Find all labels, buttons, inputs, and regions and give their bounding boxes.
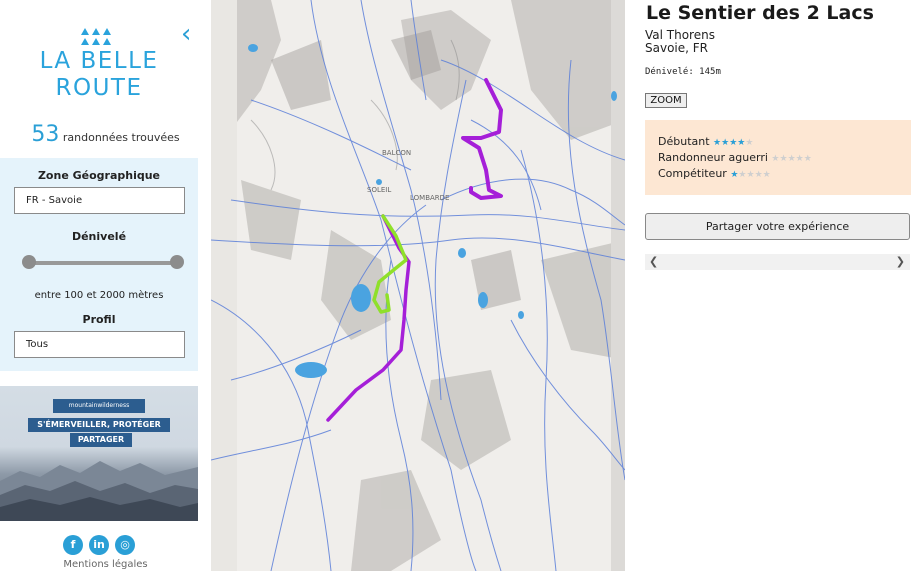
results-count-label: randonnées trouvées bbox=[62, 131, 180, 144]
zone-label: Zone Géographique bbox=[37, 169, 161, 182]
star-empty-icon: ★ bbox=[779, 154, 788, 164]
elevation-range-text: entre 100 et 2000 mètres bbox=[34, 290, 164, 301]
level-label-beginner: Débutant bbox=[658, 135, 710, 148]
logo-line1: LA BELLE bbox=[39, 48, 159, 74]
zone-select[interactable]: FR - Savoie bbox=[14, 187, 185, 214]
star-empty-icon: ★ bbox=[787, 154, 796, 164]
trail-title: Le Sentier des 2 Lacs bbox=[646, 2, 874, 24]
legal-link[interactable]: Mentions légales bbox=[0, 559, 211, 570]
scroll-left-icon[interactable]: ❮ bbox=[649, 255, 658, 268]
elevation-slider-min-handle[interactable] bbox=[22, 255, 36, 269]
results-count: 53 randonnées trouvées bbox=[0, 122, 211, 147]
banner-brand: mountainwilderness bbox=[53, 399, 145, 413]
elevation-slider-track[interactable] bbox=[28, 261, 177, 265]
elevation-slider-max-handle[interactable] bbox=[170, 255, 184, 269]
star-filled-icon: ★ bbox=[721, 138, 730, 148]
map-label-lombarde: LOMBARDE bbox=[410, 194, 449, 202]
banner-line1: S'ÉMERVEILLER, PROTÉGER bbox=[28, 418, 170, 432]
elevation-label: Dénivelé bbox=[71, 230, 127, 243]
trail-location-region: Savoie, FR bbox=[645, 41, 708, 55]
level-stars-competitor: ★★★★★ bbox=[730, 170, 770, 180]
profile-select[interactable]: Tous bbox=[14, 331, 185, 358]
trail-elevation: Dénivelé: 145m bbox=[645, 67, 721, 77]
level-label-competitor: Compétiteur bbox=[658, 167, 727, 180]
logo[interactable]: LA BELLE ROUTE bbox=[34, 26, 164, 102]
level-stars-experienced: ★★★★★ bbox=[771, 154, 811, 164]
facebook-icon[interactable]: f bbox=[63, 535, 83, 555]
share-experience-button[interactable]: Partager votre expérience bbox=[645, 213, 910, 240]
social-links: f in ◎ bbox=[63, 535, 135, 555]
instagram-icon[interactable]: ◎ bbox=[115, 535, 135, 555]
map-canvas[interactable]: BALCON SOLEIL LOMBARDE bbox=[211, 0, 625, 571]
level-stars-beginner: ★★★★★ bbox=[713, 138, 753, 148]
scroll-right-icon[interactable]: ❯ bbox=[896, 255, 905, 268]
filters-panel: Zone Géographique FR - Savoie Dénivelé e… bbox=[0, 158, 198, 371]
results-count-number: 53 bbox=[31, 122, 60, 147]
profile-label: Profil bbox=[82, 313, 116, 326]
star-empty-icon: ★ bbox=[762, 170, 771, 180]
logo-line2: ROUTE bbox=[55, 75, 143, 101]
star-filled-icon: ★ bbox=[713, 138, 722, 148]
zoom-button[interactable]: ZOOM bbox=[645, 93, 687, 108]
map-label-soleil: SOLEIL bbox=[367, 186, 391, 194]
logo-peaks-icon bbox=[34, 26, 164, 48]
difficulty-levels: Débutant ★★★★★ Randonneur aguerri ★★★★★ … bbox=[645, 120, 911, 195]
star-empty-icon: ★ bbox=[754, 170, 763, 180]
trail-location-resort: Val Thorens bbox=[645, 28, 715, 42]
horizontal-scrollbar[interactable]: ❮ ❯ bbox=[645, 254, 910, 270]
mountains-image bbox=[0, 461, 198, 521]
app: ‹ LA BELLE ROUTE 53 randonnées trouvées … bbox=[0, 0, 911, 571]
star-empty-icon: ★ bbox=[795, 154, 804, 164]
level-row-experienced: Randonneur aguerri ★★★★★ bbox=[658, 151, 812, 164]
star-empty-icon: ★ bbox=[746, 170, 755, 180]
level-row-beginner: Débutant ★★★★★ bbox=[658, 135, 753, 148]
back-chevron-icon[interactable]: ‹ bbox=[181, 21, 201, 47]
linkedin-icon[interactable]: in bbox=[89, 535, 109, 555]
trail-detail-panel: Le Sentier des 2 Lacs Val Thorens Savoie… bbox=[625, 0, 911, 571]
star-empty-icon: ★ bbox=[745, 138, 754, 148]
star-empty-icon: ★ bbox=[803, 154, 812, 164]
level-row-competitor: Compétiteur ★★★★★ bbox=[658, 167, 771, 180]
map[interactable]: BALCON SOLEIL LOMBARDE bbox=[211, 0, 625, 571]
map-label-balcon: BALCON bbox=[382, 149, 411, 157]
level-label-experienced: Randonneur aguerri bbox=[658, 151, 768, 164]
sidebar: ‹ LA BELLE ROUTE 53 randonnées trouvées … bbox=[0, 0, 211, 571]
mountain-wilderness-banner[interactable]: mountainwilderness S'ÉMERVEILLER, PROTÉG… bbox=[0, 386, 198, 521]
